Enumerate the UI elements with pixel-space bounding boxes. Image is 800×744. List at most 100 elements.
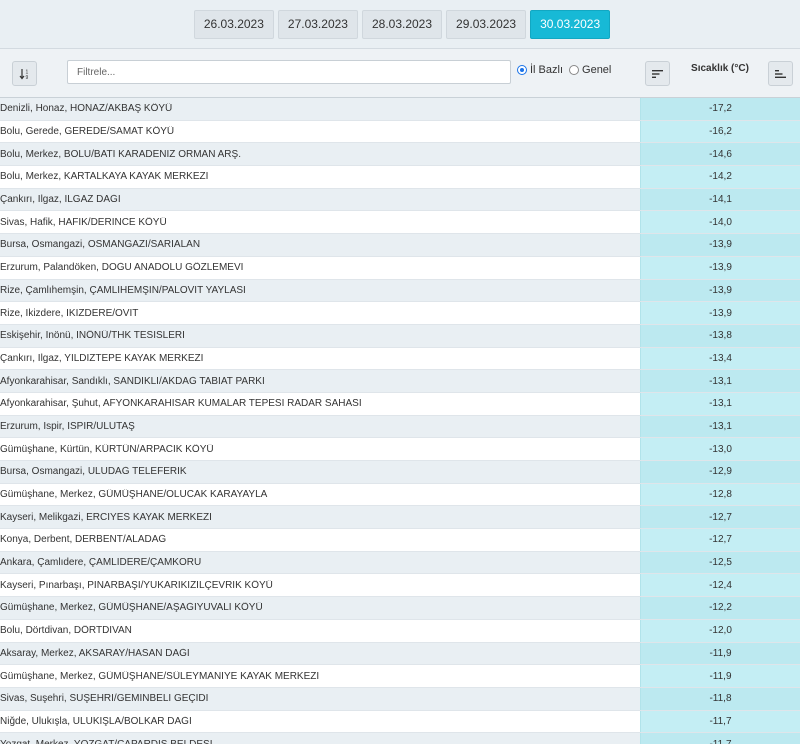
temperature-column-title[interactable]: Sıcaklık (°C) xyxy=(670,63,770,74)
radio-genel-label: Genel xyxy=(582,64,612,76)
station-location: Afyonkarahisar, Sandıklı, SANDIKLI/AKDAĞ… xyxy=(0,375,265,387)
station-location: Yozgat, Merkez, YOZGAT/ÇAPARDIS BELDESİ xyxy=(0,739,640,744)
table-row[interactable]: Ankara, Çamlıdere, ÇAMLIDERE/ÇAMKORU -12,… xyxy=(0,551,800,575)
temperature-value: -11,9 xyxy=(640,642,800,665)
temperature-value: -12,9 xyxy=(640,461,800,483)
temperature-value: -13,9 xyxy=(640,234,800,256)
station-location: Bolu, Gerede, GEREDE/SAMAT KÖYÜ xyxy=(0,126,175,138)
station-location: Afyonkarahisar, Şuhut, AFYONKARAHİSAR KU… xyxy=(0,398,362,410)
temperature-value: -13,1 xyxy=(640,415,800,438)
temperature-value: -14,2 xyxy=(640,166,800,188)
table-row[interactable]: Denizli, Honaz, HONAZ/AKBAŞ KÖYÜ -17,2 xyxy=(0,98,800,121)
temperature-value: -13,0 xyxy=(640,438,800,460)
radio-il-bazli-label: İl Bazlı xyxy=(530,64,564,76)
date-selector: 26.03.2023 27.03.2023 28.03.2023 29.03.2… xyxy=(0,0,800,48)
table-row[interactable]: Niğde, Ulukışla, ULUKIŞLA/BOLKAR DAĞI -11… xyxy=(0,710,800,734)
radio-genel[interactable]: Genel xyxy=(569,64,611,76)
scope-radio-group: İl Bazlı Genel xyxy=(517,64,611,76)
table-row[interactable]: Bolu, Merkez, KARTALKAYA KAYAK MERKEZİ -1… xyxy=(0,166,800,189)
radio-genel-dot[interactable] xyxy=(569,65,580,75)
table-row[interactable]: Bolu, Dörtdivan, DÖRTDİVAN -12,0 xyxy=(0,619,800,643)
table-row[interactable]: Afyonkarahisar, Şuhut, AFYONKARAHİSAR KU… xyxy=(0,392,800,416)
table-row[interactable]: Afyonkarahisar, Sandıklı, SANDIKLI/AKDAĞ… xyxy=(0,370,800,393)
table-row[interactable]: Çankırı, Ilgaz, ILGAZ DAĞI -14,1 xyxy=(0,188,800,212)
station-location: Rize, Çamlıhemşin, ÇAMLIHEMŞİN/PALOVİT Y… xyxy=(0,284,246,296)
radio-il-bazli-dot[interactable] xyxy=(517,65,527,75)
temperature-value: -17,2 xyxy=(640,98,800,120)
table-row[interactable]: Gümüşhane, Kürtün, KÜRTÜN/ARPACIK KÖYÜ -1… xyxy=(0,438,800,461)
sort-numeric-icon: 1 9 xyxy=(19,68,28,80)
temperature-value: -13,9 xyxy=(640,279,800,302)
temperature-value: -13,1 xyxy=(640,370,800,392)
station-location: Gümüşhane, Merkez, GÜMÜŞHANE/SÜLEYMANİYE… xyxy=(0,670,320,682)
date-tab-3[interactable]: 28.03.2023 xyxy=(361,9,443,39)
station-location: Konya, Derbent, DERBENT/ALADAĞ xyxy=(0,534,167,546)
sort-desc-button[interactable] xyxy=(645,61,670,86)
table-row[interactable]: Sivas, Suşehri, SUŞEHRİ/GEMİNBELİ GEÇİDİ… xyxy=(0,687,800,711)
temperature-value: -13,4 xyxy=(640,347,800,370)
temperature-value: -11,8 xyxy=(640,687,800,710)
table-row[interactable]: Bursa, Osmangazi, ULUDAĞ TELEFERİK -12,9 xyxy=(0,461,800,484)
sort-desc-icon xyxy=(651,69,663,78)
temperature-value: -12,5 xyxy=(640,551,800,574)
table-row[interactable]: Bursa, Osmangazi, OSMANGAZİ/SARIALAN -13,… xyxy=(0,234,800,257)
temperature-value: -14,0 xyxy=(640,211,800,234)
table-row[interactable]: Bolu, Gerede, GEREDE/SAMAT KÖYÜ -16,2 xyxy=(0,120,800,144)
date-tab-active[interactable]: 30.03.2023 xyxy=(530,9,611,39)
station-location: Bolu, Merkez, KARTALKAYA KAYAK MERKEZİ xyxy=(0,171,209,183)
table-row[interactable]: Gümüşhane, Merkez, GÜMÜŞHANE/AŞAĞIYUVALI… xyxy=(0,597,800,620)
station-location: Denizli, Honaz, HONAZ/AKBAŞ KÖYÜ xyxy=(0,103,173,115)
filter-input[interactable] xyxy=(67,60,511,84)
station-location: Bursa, Osmangazi, ULUDAĞ TELEFERİK xyxy=(0,466,187,478)
date-tab-1[interactable]: 26.03.2023 xyxy=(193,9,274,39)
temperature-value: -11,9 xyxy=(640,665,800,687)
station-location: Bolu, Dörtdivan, DÖRTDİVAN xyxy=(0,625,132,637)
temperature-value: -13,1 xyxy=(640,392,800,415)
temperature-value: -13,9 xyxy=(640,256,800,279)
table-row[interactable]: Kayseri, Melikgazi, ERCİYES KAYAK MERKEZ… xyxy=(0,506,800,530)
station-location: Bolu, Merkez, BOLU/BATI KARADENİZ ORMAN … xyxy=(0,148,241,160)
station-location: Çankırı, Ilgaz, YILDIZTEPE KAYAK MERKEZİ xyxy=(0,352,204,364)
table-row[interactable]: Sivas, Hafik, HAFİK/DERİNCE KÖYÜ -14,0 xyxy=(0,211,800,235)
temperature-value: -11,7 xyxy=(640,710,800,733)
table-row[interactable]: Konya, Derbent, DERBENT/ALADAĞ -12,7 xyxy=(0,529,800,552)
temperature-value: -12,8 xyxy=(640,483,800,506)
table-row[interactable]: Gümüşhane, Merkez, GÜMÜŞHANE/OLUCAK KARA… xyxy=(0,483,800,507)
table-row[interactable]: Gümüşhane, Merkez, GÜMÜŞHANE/SÜLEYMANİYE… xyxy=(0,665,800,688)
temperature-value: -12,4 xyxy=(640,574,800,597)
sort-numeric-button[interactable]: 1 9 xyxy=(12,61,37,86)
table-row[interactable]: Erzurum, İspir, İSPİR/ULUTAŞ -13,1 xyxy=(0,415,800,439)
temperature-value: -12,0 xyxy=(640,619,800,642)
table-row[interactable]: Yozgat, Merkez, YOZGAT/ÇAPARDIS BELDESİ-… xyxy=(0,733,800,744)
temperature-value: -16,2 xyxy=(640,120,800,143)
station-location: Sivas, Hafik, HAFİK/DERİNCE KÖYÜ xyxy=(0,216,167,228)
date-tab-4[interactable]: 29.03.2023 xyxy=(446,9,527,39)
station-location: Ankara, Çamlıdere, ÇAMLIDERE/ÇAMKORU xyxy=(0,557,202,569)
table-header: 1 9 İl Bazlı Genel Sıcaklık (°C) xyxy=(0,48,800,98)
date-tab-2[interactable]: 27.03.2023 xyxy=(277,9,358,39)
table-row[interactable]: Kayseri, Pınarbaşı, PINARBAŞI/YUKARIKIZI… xyxy=(0,574,800,598)
temperature-value: -12,2 xyxy=(640,597,800,619)
table-row[interactable]: Rize, İkizdere, İKİZDERE/OVİT -13,9 xyxy=(0,302,800,325)
station-location: Kayseri, Melikgazi, ERCİYES KAYAK MERKEZ… xyxy=(0,511,212,523)
station-location: Bursa, Osmangazi, OSMANGAZİ/SARIALAN xyxy=(0,239,201,251)
temperature-table: Denizli, Honaz, HONAZ/AKBAŞ KÖYÜ -17,2 Bol… xyxy=(0,98,800,744)
table-row[interactable]: Aksaray, Merkez, AKSARAY/HASAN DAĞI -11,9 xyxy=(0,642,800,666)
table-row[interactable]: Bolu, Merkez, BOLU/BATI KARADENİZ ORMAN … xyxy=(0,143,800,167)
station-location: Gümüşhane, Merkez, GÜMÜŞHANE/AŞAĞIYUVALI… xyxy=(0,602,263,614)
table-row[interactable]: Çankırı, Ilgaz, YILDIZTEPE KAYAK MERKEZİ… xyxy=(0,347,800,371)
temperature-value: -13,8 xyxy=(640,324,800,347)
table-row[interactable]: Eskişehir, İnönü, İNÖNÜ/THK TESİSLERİ -13… xyxy=(0,324,800,348)
station-location: Gümüşhane, Kürtün, KÜRTÜN/ARPACIK KÖYÜ xyxy=(0,443,214,455)
temperature-value: -14,1 xyxy=(640,188,800,211)
station-location: Rize, İkizdere, İKİZDERE/OVİT xyxy=(0,307,139,319)
svg-text:9: 9 xyxy=(25,75,28,80)
station-location: Erzurum, Palandöken, DOĞU ANADOLU GÖZLEM… xyxy=(0,262,244,274)
station-location: Eskişehir, İnönü, İNÖNÜ/THK TESİSLERİ xyxy=(0,330,185,342)
temperature-value: -14,6 xyxy=(640,143,800,166)
table-row[interactable]: Erzurum, Palandöken, DOĞU ANADOLU GÖZLEM… xyxy=(0,256,800,280)
temperature-value: -12,7 xyxy=(640,529,800,551)
table-row[interactable]: Rize, Çamlıhemşin, ÇAMLIHEMŞİN/PALOVİT Y… xyxy=(0,279,800,303)
radio-il-bazli[interactable]: İl Bazlı xyxy=(517,64,563,76)
chart-sort-button[interactable] xyxy=(768,61,793,86)
